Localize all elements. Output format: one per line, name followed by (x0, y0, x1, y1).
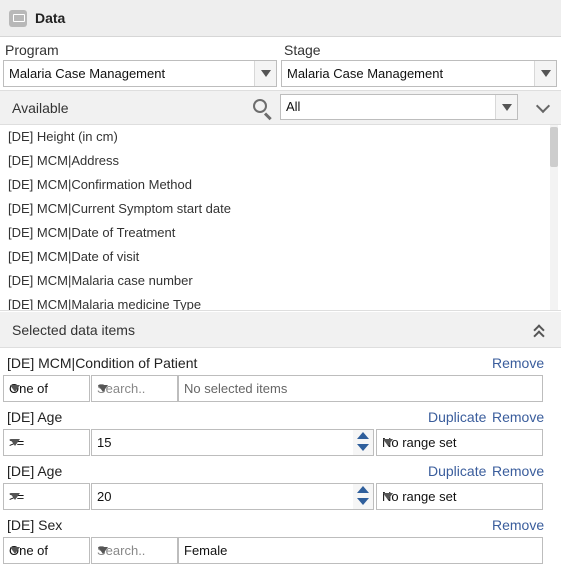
range-select[interactable]: No range set (376, 483, 543, 510)
program-value: Malaria Case Management (9, 66, 166, 81)
selected-item-name: [DE] Age (7, 409, 63, 425)
value-number-input[interactable]: 20 (91, 483, 374, 510)
duplicate-link[interactable]: Duplicate (428, 409, 486, 425)
list-item[interactable]: [DE] MCM|Malaria case number (8, 273, 193, 288)
list-item[interactable]: [DE] MCM|Malaria medicine Type (8, 297, 201, 310)
collapse-chevron-icon[interactable] (535, 98, 551, 114)
data-icon (9, 10, 27, 27)
available-label: Available (12, 100, 69, 116)
available-list[interactable]: [DE] Height (in cm) [DE] MCM|Address [DE… (0, 125, 561, 311)
number-spinner[interactable] (353, 430, 373, 455)
operator-select[interactable]: One of (3, 537, 90, 564)
selected-items-header: Selected data items (0, 312, 561, 348)
number-spinner[interactable] (353, 484, 373, 509)
search-select[interactable]: Search.. (91, 375, 178, 402)
stage-select[interactable]: Malaria Case Management (281, 60, 557, 87)
available-filter-value: All (286, 99, 301, 114)
panel-header: Data (0, 0, 561, 37)
selected-items-title: Selected data items (12, 322, 135, 338)
panel-title: Data (35, 10, 66, 26)
remove-link[interactable]: Remove (492, 355, 544, 371)
remove-link[interactable]: Remove (492, 517, 544, 533)
chevron-down-icon (495, 95, 517, 119)
selected-item-name: [DE] MCM|Condition of Patient (7, 355, 198, 371)
stage-value: Malaria Case Management (287, 66, 444, 81)
selected-values-field[interactable]: Female (178, 537, 543, 564)
chevron-down-icon (534, 61, 556, 86)
available-filter-select[interactable]: All (280, 94, 518, 120)
program-select[interactable]: Malaria Case Management (3, 60, 277, 87)
operator-select[interactable]: >= (3, 483, 90, 510)
double-chevron-up-icon[interactable] (532, 323, 546, 342)
range-select[interactable]: No range set (376, 429, 543, 456)
selected-item-name: [DE] Sex (7, 517, 63, 533)
operator-select[interactable]: >= (3, 429, 90, 456)
list-item[interactable]: [DE] MCM|Date of Treatment (8, 225, 175, 240)
remove-link[interactable]: Remove (492, 463, 544, 479)
program-label: Program (5, 42, 59, 58)
search-icon[interactable] (253, 99, 267, 113)
list-item[interactable]: [DE] Height (in cm) (8, 129, 118, 144)
list-item[interactable]: [DE] MCM|Confirmation Method (8, 177, 192, 192)
list-item[interactable]: [DE] MCM|Date of visit (8, 249, 139, 264)
search-select[interactable]: Search.. (91, 537, 178, 564)
stage-label: Stage (284, 42, 321, 58)
value-number-input[interactable]: 15 (91, 429, 374, 456)
list-item[interactable]: [DE] MCM|Current Symptom start date (8, 201, 231, 216)
remove-link[interactable]: Remove (492, 409, 544, 425)
list-item[interactable]: [DE] MCM|Address (8, 153, 119, 168)
selected-values-field[interactable]: No selected items (178, 375, 543, 402)
list-scrollbar-thumb[interactable] (550, 127, 558, 167)
operator-select[interactable]: One of (3, 375, 90, 402)
available-bar: Available All (0, 90, 561, 125)
duplicate-link[interactable]: Duplicate (428, 463, 486, 479)
selected-item-name: [DE] Age (7, 463, 63, 479)
chevron-down-icon (254, 61, 276, 86)
